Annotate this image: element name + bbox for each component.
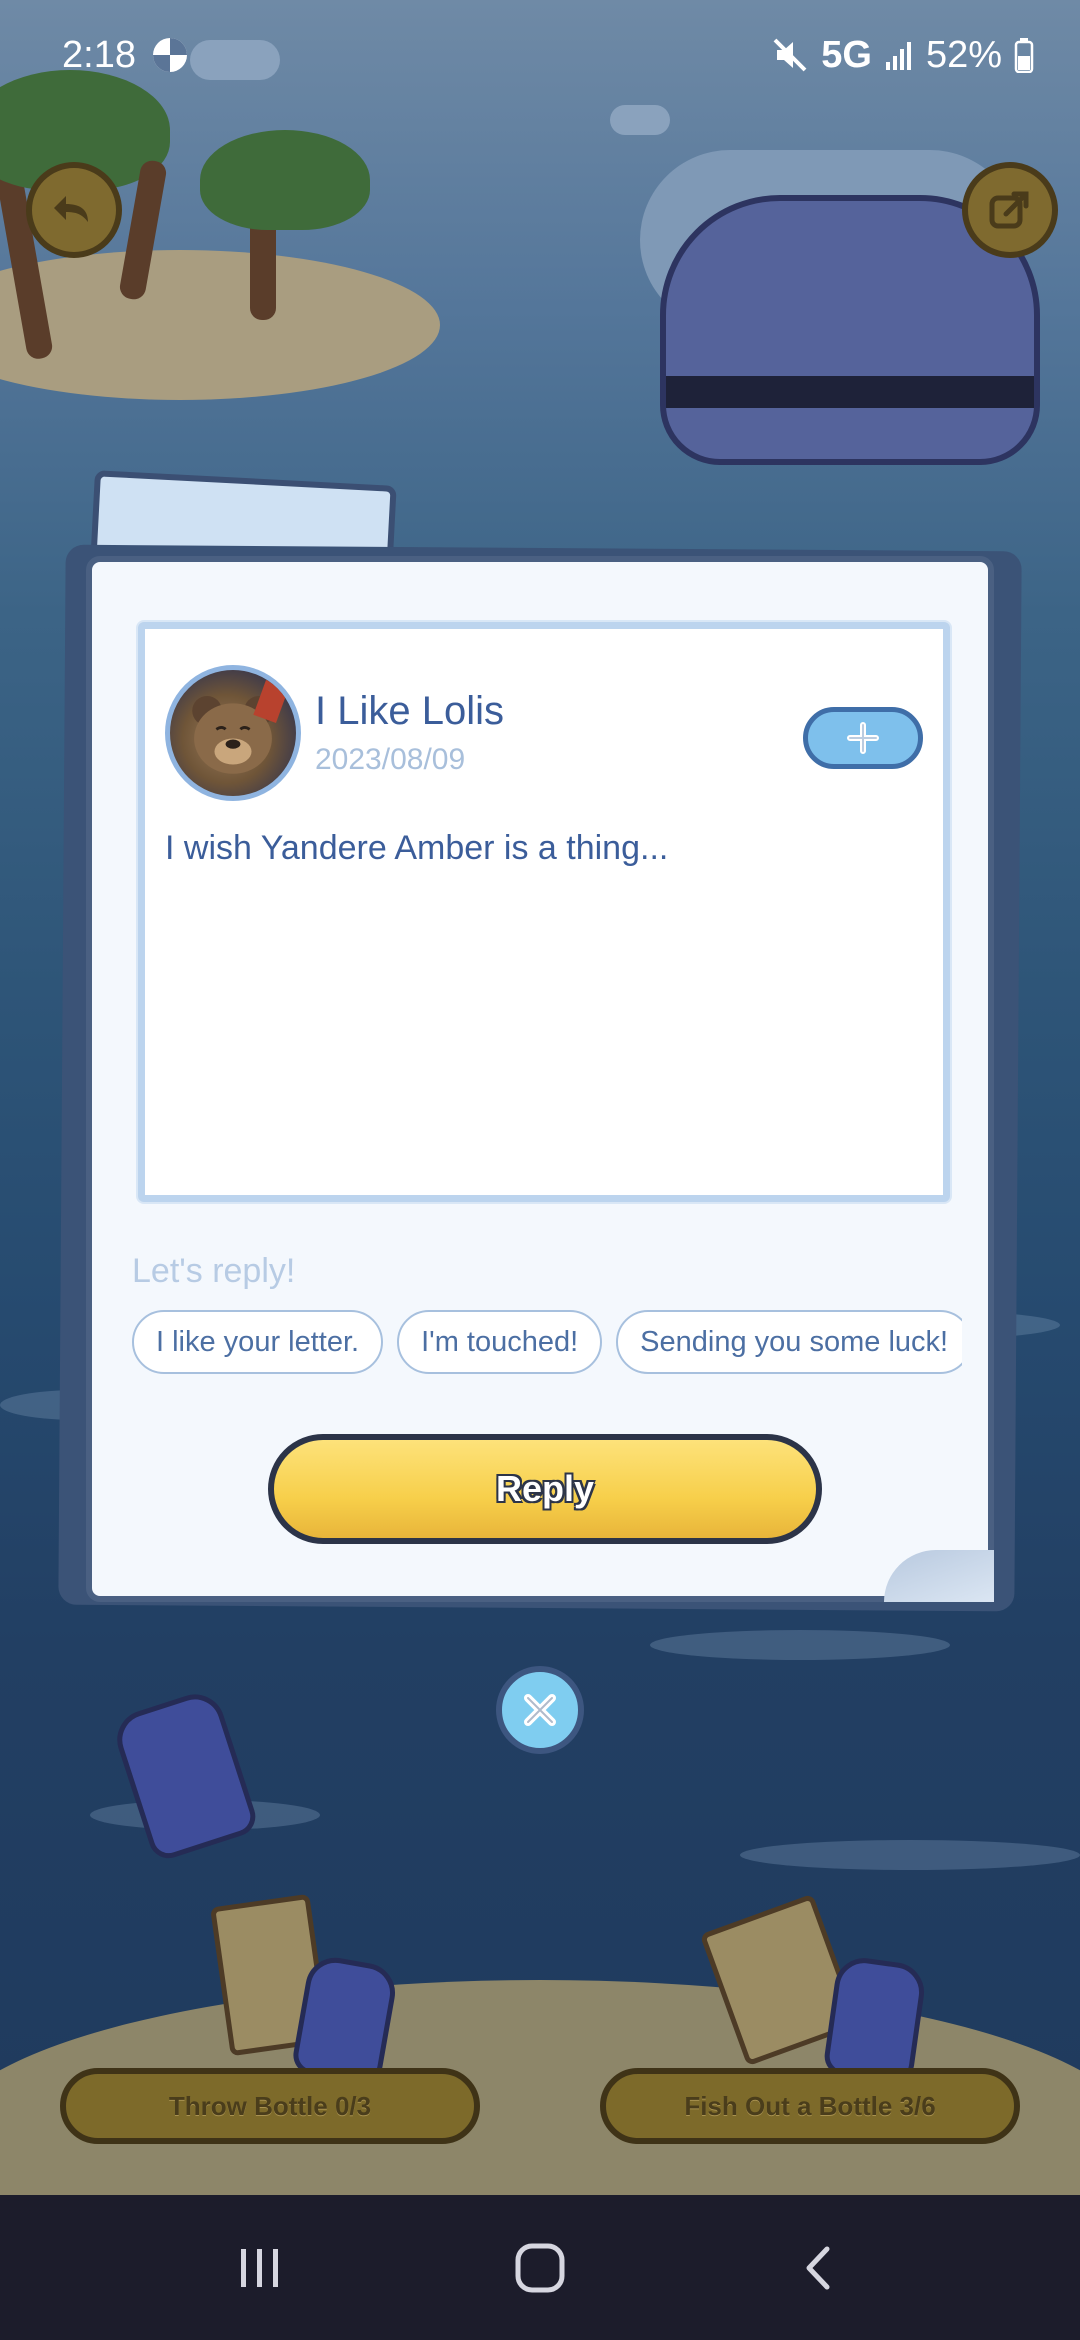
clock: 2:18 <box>62 33 136 76</box>
share-icon <box>989 191 1029 229</box>
share-button[interactable] <box>962 162 1058 258</box>
battery-icon <box>1014 38 1034 73</box>
reply-button-label: Reply <box>495 1468 595 1509</box>
floating-bottle <box>109 1686 261 1864</box>
sender-name: I Like Lolis <box>315 689 504 733</box>
navigation-bar <box>0 2195 1080 2340</box>
letter-message: I wish Yandere Amber is a thing... <box>165 829 669 867</box>
home-icon <box>515 2243 565 2292</box>
signal-icon <box>885 42 911 70</box>
status-right: 5G 52% <box>771 34 1034 77</box>
submarine-band <box>666 376 1034 408</box>
home-button[interactable] <box>495 2223 585 2313</box>
throw-bottle-button[interactable]: Throw Bottle 0/3 <box>60 2068 480 2144</box>
reply-button[interactable]: Reply <box>268 1434 822 1544</box>
quick-reply-list: I like your letter. I'm touched! Sending… <box>132 1310 962 1376</box>
quick-reply-chip[interactable]: I'm touched! <box>397 1310 603 1374</box>
letter-dialog: I Like Lolis 2023/08/09 I wish Yandere A… <box>86 556 994 1602</box>
recent-apps-icon <box>241 2248 278 2287</box>
reply-prompt: Let's reply! <box>132 1252 296 1290</box>
battery-percent: 52% <box>925 33 1002 76</box>
fish-out-bottle-button[interactable]: Fish Out a Bottle 3/6 <box>600 2068 1020 2144</box>
page-curl-decoration <box>884 1550 994 1602</box>
close-button[interactable] <box>496 1666 584 1754</box>
close-icon <box>524 1694 556 1726</box>
quick-reply-chip[interactable]: Sending you some luck! <box>616 1310 962 1374</box>
status-left: 2:18 <box>62 34 190 77</box>
island <box>0 250 440 400</box>
recent-apps-button[interactable] <box>215 2223 305 2313</box>
status-bar: 2:18 5G 52% <box>0 0 1080 110</box>
wave <box>650 1630 950 1660</box>
app-status-icon <box>152 38 187 72</box>
back-nav-button[interactable] <box>775 2223 865 2313</box>
back-chevron-icon <box>806 2246 830 2289</box>
add-friend-button[interactable] <box>803 707 923 769</box>
throw-bottle-label: Throw Bottle 0/3 <box>168 2090 372 2121</box>
quick-reply-chip[interactable]: I like your letter. <box>132 1310 384 1374</box>
network-type: 5G <box>821 33 872 76</box>
palm-leaves <box>200 130 370 230</box>
mute-icon <box>773 38 807 72</box>
wave <box>740 1840 1080 1870</box>
letter-date: 2023/08/09 <box>315 743 466 776</box>
avatar[interactable] <box>165 665 301 801</box>
back-button[interactable] <box>26 162 122 258</box>
bear-avatar-icon <box>192 679 289 774</box>
beach-bottle <box>822 1954 928 2086</box>
fish-out-bottle-label: Fish Out a Bottle 3/6 <box>684 2090 936 2121</box>
plus-icon <box>847 722 879 754</box>
back-arrow-icon <box>54 196 88 222</box>
letter-card: I Like Lolis 2023/08/09 I wish Yandere A… <box>138 622 950 1202</box>
